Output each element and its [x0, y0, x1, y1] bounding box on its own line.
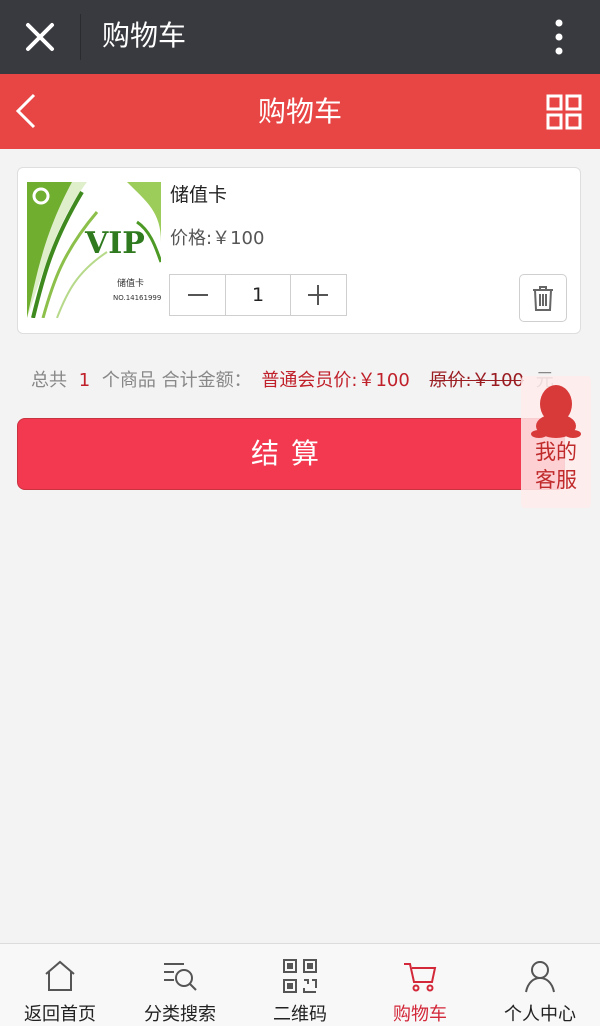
- user-icon: [520, 958, 560, 994]
- trash-icon: [533, 286, 553, 311]
- tab-qrcode[interactable]: 二维码: [240, 944, 360, 1026]
- cart-item: VIP 储值卡 NO.14161999 储值卡 价格:￥100 1: [17, 167, 581, 334]
- product-name[interactable]: 储值卡: [170, 180, 227, 207]
- summary-middle: 个商品 合计金额：: [101, 370, 252, 391]
- thumb-caption: 储值卡: [117, 279, 145, 289]
- original-price: 原价:￥100: [429, 370, 524, 391]
- summary-prefix: 总共: [31, 370, 67, 391]
- tab-label: 返回首页: [24, 1004, 96, 1025]
- bottom-tab-bar: 返回首页 分类搜索 二维码 购物车 个人中心: [0, 943, 600, 1026]
- tab-label: 二维码: [273, 1004, 327, 1025]
- home-icon: [40, 958, 80, 994]
- tab-home[interactable]: 返回首页: [0, 944, 120, 1026]
- tab-label: 分类搜索: [144, 1004, 216, 1025]
- customer-service-label: 我的 客服: [535, 440, 577, 492]
- member-price: 普通会员价:￥100: [261, 370, 410, 391]
- customer-service-button[interactable]: 我的 客服: [521, 376, 591, 508]
- qq-penguin-icon: [531, 382, 581, 440]
- browser-title: 购物车: [102, 19, 187, 52]
- close-icon[interactable]: [18, 15, 62, 59]
- increase-button[interactable]: [291, 275, 346, 315]
- tab-cart[interactable]: 购物车: [360, 944, 480, 1026]
- qrcode-icon: [280, 958, 320, 994]
- divider: [80, 14, 81, 60]
- back-icon[interactable]: [10, 90, 42, 132]
- quantity-input[interactable]: 1: [225, 275, 291, 315]
- tab-label: 购物车: [393, 1004, 447, 1025]
- checkout-button[interactable]: 结算: [17, 418, 565, 490]
- thumb-serial: NO.14161999: [113, 294, 161, 302]
- delete-button[interactable]: [519, 274, 567, 322]
- cart-summary: 总共 1 个商品 合计金额： 普通会员价:￥100 原价:￥100 元: [31, 366, 554, 392]
- page-title: 购物车: [257, 95, 342, 128]
- more-icon[interactable]: [546, 14, 572, 60]
- cart-icon: [400, 958, 440, 994]
- grid-menu-icon[interactable]: [546, 94, 582, 130]
- category-search-icon: [160, 958, 200, 994]
- tab-label: 个人中心: [504, 1004, 576, 1025]
- vip-logo: VIP: [85, 226, 145, 261]
- browser-top-bar: 购物车: [0, 0, 600, 74]
- product-image[interactable]: VIP 储值卡 NO.14161999: [27, 182, 161, 318]
- decrease-button[interactable]: [170, 275, 225, 315]
- product-price: 价格:￥100: [170, 228, 265, 249]
- item-count: 1: [78, 370, 91, 391]
- page-header: 购物车: [0, 74, 600, 149]
- tab-category-search[interactable]: 分类搜索: [120, 944, 240, 1026]
- quantity-stepper: 1: [169, 274, 347, 316]
- tab-profile[interactable]: 个人中心: [480, 944, 600, 1026]
